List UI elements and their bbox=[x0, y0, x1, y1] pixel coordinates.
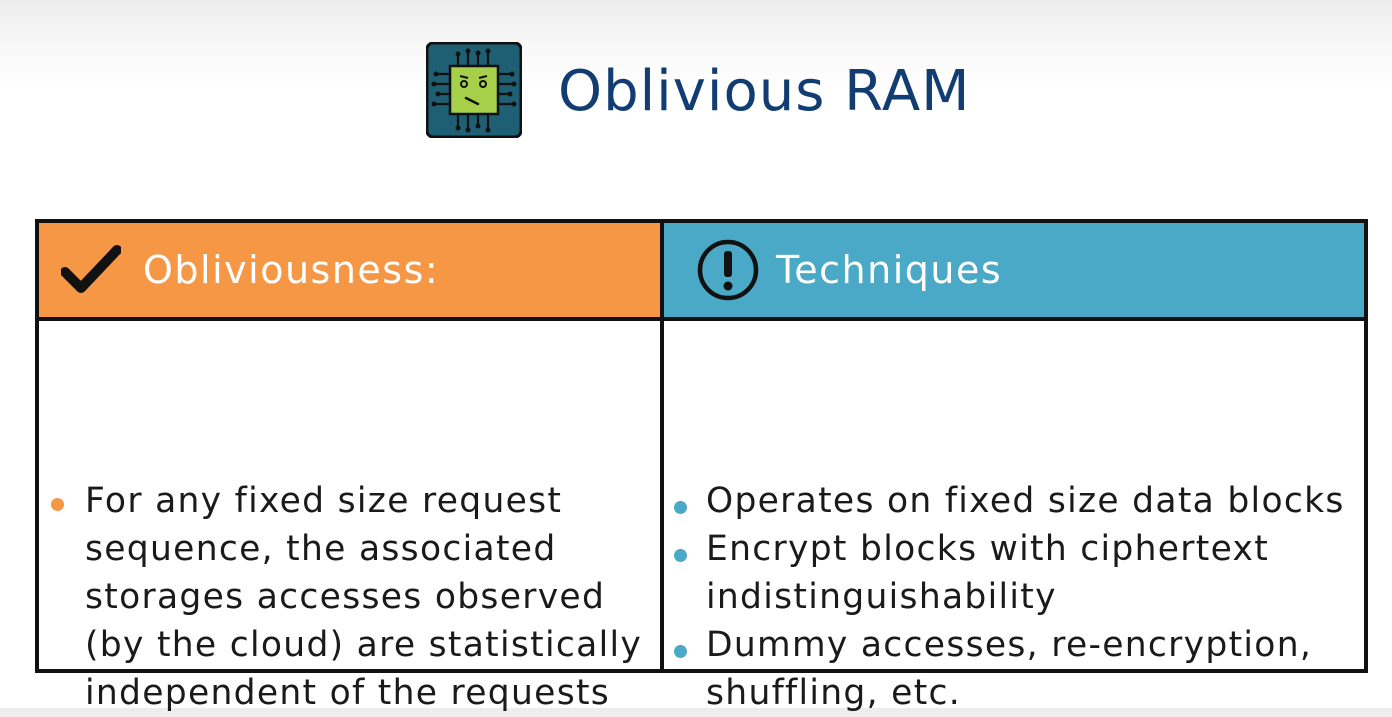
bullet-line: Dummy accesses, re-encryption, bbox=[706, 625, 1313, 665]
bullet-line: sequence, the associated bbox=[85, 529, 557, 569]
obliviousness-bullet: For any fixed size request sequence, the… bbox=[51, 477, 642, 717]
exclamation-circle-icon bbox=[697, 239, 759, 301]
obliviousness-header: Obliviousness: bbox=[39, 223, 664, 321]
slide-title-area: Oblivious RAM bbox=[426, 42, 970, 138]
techniques-bullet: Operates on fixed size data blocks bbox=[674, 477, 1345, 525]
techniques-bullet: Dummy accesses, re-encryption, shuffling… bbox=[674, 621, 1345, 717]
obliviousness-header-label: Obliviousness: bbox=[143, 248, 440, 292]
bullet-line: independent of the requests bbox=[85, 673, 611, 713]
bullet-line: Operates on fixed size data blocks bbox=[706, 481, 1345, 521]
bullet-line: (by the cloud) are statistically bbox=[85, 625, 643, 665]
page-title: Oblivious RAM bbox=[558, 59, 971, 124]
techniques-bullet: Encrypt blocks with ciphertext indisting… bbox=[674, 525, 1345, 621]
techniques-list: Operates on fixed size data blocks Encry… bbox=[674, 477, 1345, 717]
techniques-header-label: Techniques bbox=[776, 248, 1003, 292]
techniques-header: Techniques bbox=[664, 223, 1364, 321]
bullet-line: Encrypt blocks with ciphertext bbox=[706, 529, 1270, 569]
bullet-line: storages accesses observed bbox=[85, 577, 606, 617]
chip-icon bbox=[426, 42, 522, 138]
bullet-line: shuffling, etc. bbox=[706, 673, 962, 713]
techniques-body: Operates on fixed size data blocks Encry… bbox=[664, 321, 1364, 713]
bullet-line: For any fixed size request bbox=[85, 481, 563, 521]
comparison-table: Obliviousness: Techniques For any fixed … bbox=[35, 219, 1368, 713]
obliviousness-list: For any fixed size request sequence, the… bbox=[51, 477, 642, 717]
bullet-dot-icon bbox=[674, 549, 687, 562]
bullet-dot-icon bbox=[674, 501, 687, 514]
bullet-line: indistinguishability bbox=[706, 577, 1057, 617]
checkmark-icon bbox=[61, 245, 121, 293]
bullet-dot-icon bbox=[674, 645, 687, 658]
bullet-dot-icon bbox=[51, 498, 64, 511]
obliviousness-body: For any fixed size request sequence, the… bbox=[39, 321, 664, 713]
